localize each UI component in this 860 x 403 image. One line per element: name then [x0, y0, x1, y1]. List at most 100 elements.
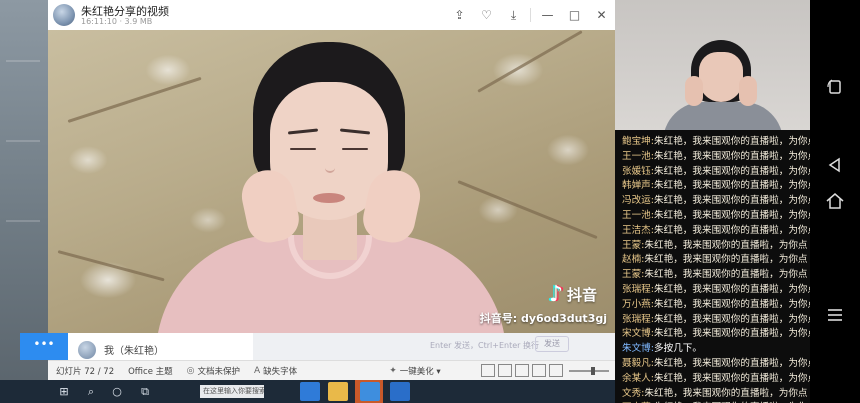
- chat-text: 朱红艳，我来围观你的直播啦，为你点: [654, 224, 810, 236]
- titlebar-controls: ⇪ ♡ ⤓ — □ ✕: [446, 0, 615, 30]
- more-button[interactable]: •••: [20, 333, 68, 360]
- beautify-button[interactable]: ✦ 一键美化 ▾: [389, 365, 441, 377]
- chat-text: 朱红艳，我来围观你的直播啦，为你点: [654, 357, 810, 369]
- chat-username: 赵楠:: [622, 254, 645, 266]
- tiktok-brand: 抖音: [566, 286, 597, 304]
- reading-view-icon[interactable]: [532, 364, 546, 377]
- chat-text: 朱红艳，我来围观你的直播啦，为你点: [654, 209, 810, 221]
- chat-username: 王蒙:: [622, 269, 645, 281]
- chat-message: 王一池:朱红艳，我来围观你的直播啦，为你点: [622, 209, 810, 224]
- chat-username: 文秀:: [622, 387, 645, 399]
- chat-message: 王蒙:朱红艳，我来围观你的直播啦，为你点: [622, 268, 810, 283]
- search-icon[interactable]: ⌕: [78, 380, 104, 403]
- chat-username: 宋文博:: [622, 328, 655, 340]
- chat-username: 韩婵声:: [622, 180, 655, 192]
- home-button[interactable]: [810, 186, 860, 216]
- chat-message: 韩婵声:朱红艳，我来围观你的直播啦，为你点: [622, 179, 810, 194]
- chat-username: 张瑞程:: [622, 313, 655, 325]
- chat-username: 余某人:: [622, 372, 655, 384]
- streamer-camera: [615, 0, 810, 130]
- taskbar-app-ie-icon[interactable]: [300, 382, 320, 401]
- back-button[interactable]: [810, 150, 860, 180]
- chat-message: 张瑞程:朱红艳，我来围观你的直播啦，为你点: [622, 283, 810, 298]
- grid-view-icon[interactable]: [515, 364, 529, 377]
- chat-username: 王一池:: [622, 209, 655, 221]
- chat-username: 张瑞程:: [622, 283, 655, 295]
- chat-text: 朱红艳，我来围观你的直播啦，为你点: [654, 372, 810, 384]
- video-player-window: 朱红艳分享的视频 16:11:10 · 3.9 MB ⇪ ♡ ⤓ — □ ✕ ♪…: [48, 0, 615, 333]
- chat-message: 余某人:朱红艳，我来围观你的直播啦，为你点: [622, 372, 810, 387]
- taskbar-app-messenger-icon[interactable]: [360, 382, 380, 401]
- chat-text: 朱红艳，我来围观你的直播啦，为你点: [654, 180, 810, 192]
- chat-text: 朱红艳，我来围观你的直播啦，为你点: [654, 150, 810, 162]
- chat-text: 朱红艳，我来围观你的直播啦，为你点: [654, 298, 810, 310]
- chat-message: 张媛钰:朱红艳，我来围观你的直播啦，为你点: [622, 165, 810, 180]
- chat-username: 聂毅凡:: [622, 357, 655, 369]
- close-button[interactable]: ✕: [588, 0, 615, 30]
- back-icon: [828, 157, 840, 173]
- rotate-screen-icon: [827, 79, 841, 94]
- desktop-capture: 朱红艳分享的视频 16:11:10 · 3.9 MB ⇪ ♡ ⤓ — □ ✕ ♪…: [0, 0, 615, 403]
- chat-text: 朱红艳，我来围观你的直播啦，为你点: [644, 254, 808, 266]
- view-controls: [478, 364, 609, 377]
- live-chat: 鲍宝坤:朱红艳，我来围观你的直播啦，为你点 王一池:朱红艳，我来围观你的直播啦，为…: [615, 132, 810, 403]
- send-hint: Enter 发送，Ctrl+Enter 换行: [430, 341, 539, 350]
- current-user-tab[interactable]: 我（朱红艳）: [68, 333, 253, 360]
- chat-message: 聂毅凡:朱红艳，我来围观你的直播啦，为你点: [622, 357, 810, 372]
- chat-text: 朱红艳，我来围观你的直播啦，为你点: [654, 195, 810, 207]
- video-meta: 16:11:10 · 3.9 MB: [81, 17, 153, 26]
- chat-message: 冯改运:朱红艳，我来围观你的直播啦，为你点: [622, 194, 810, 209]
- rotate-button[interactable]: [810, 72, 860, 102]
- shield-icon: ◎: [186, 365, 195, 376]
- user-name: 我（朱红艳）: [104, 346, 164, 357]
- chat-text: 朱红艳，我来围观你的直播啦，为你点: [654, 165, 810, 177]
- font-icon: A: [254, 365, 261, 376]
- chat-username: 王一池:: [622, 150, 655, 162]
- chat-text: 朱红艳，我来围观你的直播啦，为你点: [644, 387, 808, 399]
- windows-start-icon[interactable]: ⊞: [50, 380, 78, 403]
- cortana-icon[interactable]: ○: [104, 380, 130, 403]
- chat-text: 朱红艳，我来围观你的直播啦，为你点: [654, 328, 810, 340]
- chat-text: 朱红艳，我来围观你的直播啦，为你点: [644, 269, 808, 281]
- chat-text: 朱红艳，我来围观你的直播啦，为你点: [644, 239, 808, 251]
- taskbar-search-input[interactable]: 在这里输入你要搜索的内容: [200, 385, 264, 398]
- chat-text: 多按几下。: [654, 343, 702, 355]
- home-icon: [826, 193, 844, 209]
- download-icon[interactable]: ⤓: [500, 0, 527, 30]
- share-icon[interactable]: ⇪: [446, 0, 473, 30]
- slide-counter: 幻灯片 72 / 72: [56, 366, 115, 377]
- chat-message: 张瑞程:朱红艳，我来围观你的直播啦，为你点: [622, 313, 810, 328]
- zoom-slider[interactable]: [569, 366, 609, 375]
- player-titlebar: 朱红艳分享的视频 16:11:10 · 3.9 MB ⇪ ♡ ⤓ — □ ✕: [48, 0, 615, 30]
- chat-text: 朱红艳，我来围观你的直播啦，为你点: [654, 313, 810, 325]
- chat-message: 赵楠:朱红艳，我来围观你的直播啦，为你点: [622, 253, 810, 268]
- minimize-button[interactable]: —: [534, 0, 561, 30]
- missing-font[interactable]: A 缺失字体: [254, 365, 297, 377]
- menu-icon: [828, 309, 842, 321]
- chat-text: 朱红艳，我来围观你的直播啦，为你点: [654, 136, 810, 147]
- chat-message: 文秀:朱红艳，我来围观你的直播啦，为你点: [622, 387, 810, 402]
- chat-username: 冯改运:: [622, 195, 655, 207]
- windows-taskbar: ⊞ ⌕ ○ ⧉ 在这里输入你要搜索的内容: [0, 380, 615, 403]
- menu-button[interactable]: [810, 300, 860, 330]
- taskbar-app-folder-icon[interactable]: [328, 382, 348, 401]
- chat-message: 鲍宝坤:朱红艳，我来围观你的直播啦，为你点: [622, 135, 810, 150]
- chat-username: 朱文博:: [622, 343, 655, 355]
- task-view-icon[interactable]: ⧉: [132, 380, 158, 403]
- normal-view-icon[interactable]: [498, 364, 512, 377]
- chat-message: 王蒙:朱红艳，我来围观你的直播啦，为你点: [622, 239, 810, 254]
- chat-username: 万小燕:: [622, 298, 655, 310]
- document-protection[interactable]: ◎ 文档未保护: [187, 365, 240, 377]
- user-avatar: [78, 341, 96, 359]
- like-icon[interactable]: ♡: [473, 0, 500, 30]
- sparkle-icon: ✦: [389, 365, 397, 376]
- taskbar-app-player-icon[interactable]: [390, 382, 410, 401]
- theme-label[interactable]: Office 主题: [128, 365, 173, 377]
- notes-view-icon[interactable]: [481, 364, 495, 377]
- sender-avatar: [53, 4, 75, 26]
- maximize-button[interactable]: □: [561, 0, 588, 30]
- send-button[interactable]: 发送: [535, 336, 569, 352]
- video-frame[interactable]: ♪ 抖音 抖音号: dy6od3dut3gj: [48, 30, 615, 333]
- chat-username: 王蒙:: [622, 239, 645, 251]
- slideshow-icon[interactable]: [549, 364, 563, 377]
